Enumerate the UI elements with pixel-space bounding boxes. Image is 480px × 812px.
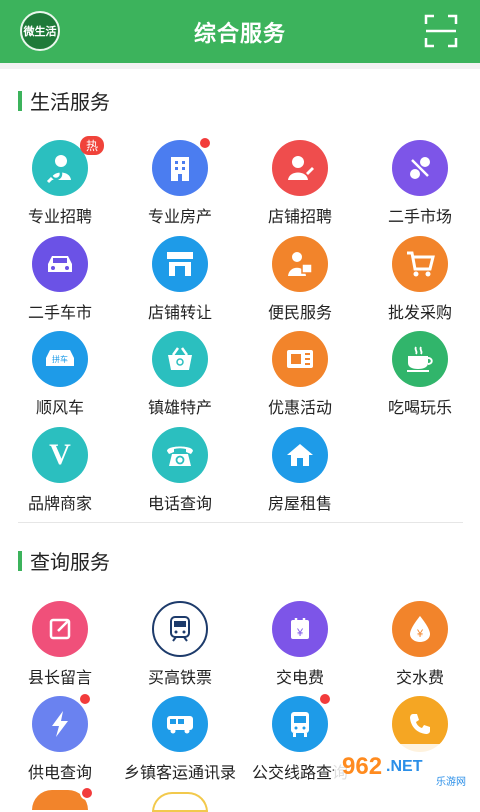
yen-symbol: ¥: [416, 628, 424, 640]
service-local-specialty[interactable]: 镇雄特产: [120, 331, 240, 418]
header-separator: [0, 63, 480, 69]
exchange-icon: [392, 140, 448, 196]
service-power-query[interactable]: 供电查询: [0, 692, 120, 783]
delivery-person-icon: [272, 236, 328, 292]
service-train-tickets[interactable]: 买高铁票: [120, 601, 240, 688]
section-title-life: 生活服务: [18, 86, 110, 115]
notification-dot: [318, 692, 332, 706]
service-label: 买高铁票: [147, 670, 212, 687]
section-bar: [18, 550, 22, 571]
hot-badge: 热: [79, 136, 104, 155]
service-label: 吃喝玩乐: [387, 400, 452, 417]
coffee-cup-icon: [392, 331, 448, 387]
cart-icon: [392, 236, 448, 292]
watermark-brand: 962: [342, 753, 383, 780]
service-label: 镇雄特产: [147, 400, 212, 417]
notification-dot: [198, 136, 212, 150]
v-brand-icon: V: [32, 427, 88, 483]
service-label: 顺风车: [35, 400, 84, 417]
service-brand-merchants[interactable]: V 品牌商家: [0, 427, 120, 514]
bill-calendar-icon: ¥: [272, 601, 328, 657]
service-label: 县长留言: [27, 670, 92, 687]
house-icon: [272, 427, 328, 483]
section-bar: [18, 90, 22, 111]
service-food-fun[interactable]: 吃喝玩乐: [360, 331, 480, 418]
storefront-icon: [152, 236, 208, 292]
next-row-icon-partial: [152, 792, 208, 812]
service-real-estate[interactable]: 专业房产: [120, 136, 240, 227]
building-icon: [152, 136, 212, 196]
note-edit-icon: [32, 601, 88, 657]
v-brand-text: V: [49, 438, 71, 471]
watermark: 962 .NET 乐游网: [334, 744, 474, 790]
person-edit-icon: [272, 140, 328, 196]
service-electricity-bill[interactable]: ¥ 交电费: [240, 601, 360, 688]
service-promotions[interactable]: 优惠活动: [240, 331, 360, 418]
service-county-message[interactable]: 县长留言: [0, 601, 120, 688]
service-water-bill[interactable]: ¥ 交水费: [360, 601, 480, 688]
yen-symbol: ¥: [296, 627, 304, 639]
bus-front-icon: [272, 692, 332, 752]
train-icon: [152, 601, 208, 657]
service-label: 房屋租售: [267, 496, 332, 513]
service-carpool[interactable]: 拼车 顺风车: [0, 331, 120, 418]
telephone-icon: [152, 427, 208, 483]
service-label: 便民服务: [267, 305, 332, 322]
page-title: 综合服务: [193, 20, 286, 46]
service-label: 品牌商家: [27, 496, 92, 513]
coupon-icon: [272, 331, 328, 387]
scan-icon[interactable]: [424, 14, 458, 48]
service-wholesale[interactable]: 批发采购: [360, 236, 480, 323]
car-icon: [32, 236, 88, 292]
watermark-sub: 乐游网: [436, 777, 466, 788]
service-label: 乡镇客运通讯录: [123, 765, 236, 782]
service-shop-recruit[interactable]: 店铺招聘: [240, 140, 360, 227]
lightning-icon: [32, 692, 92, 752]
watermark-net: .NET: [386, 758, 423, 775]
service-phone-lookup[interactable]: 电话查询: [120, 427, 240, 514]
basket-icon: [152, 331, 208, 387]
section-label: 查询服务: [30, 552, 110, 574]
app-header: 微生活 综合服务: [0, 0, 480, 63]
service-label: 电话查询: [147, 496, 212, 513]
notification-dot: [78, 692, 92, 706]
service-label: 二手车市: [27, 305, 92, 322]
carpool-icon: 拼车: [32, 331, 88, 387]
service-label: 店铺招聘: [267, 209, 332, 226]
service-recruit-pro[interactable]: 热 专业招聘: [0, 136, 120, 227]
service-label: 优惠活动: [267, 400, 332, 417]
service-label: 专业招聘: [27, 209, 92, 226]
service-convenience[interactable]: 便民服务: [240, 236, 360, 323]
logo-text: 微生活: [23, 26, 57, 38]
service-housing-rent[interactable]: 房屋租售: [240, 427, 360, 514]
service-label: 店铺转让: [147, 305, 212, 322]
person-search-icon: 热: [32, 136, 104, 196]
notification-dot: [80, 786, 94, 800]
service-town-bus-directory[interactable]: 乡镇客运通讯录: [120, 696, 240, 783]
bus-icon: [152, 696, 208, 752]
service-shop-transfer[interactable]: 店铺转让: [120, 236, 240, 323]
service-used-cars[interactable]: 二手车市: [0, 236, 120, 323]
service-label: 供电查询: [27, 765, 92, 782]
carpool-icon-text: 拼车: [52, 354, 68, 364]
section-label: 生活服务: [30, 92, 110, 114]
service-label: 批发采购: [387, 305, 452, 322]
service-second-hand[interactable]: 二手市场: [360, 140, 480, 227]
service-label: 专业房产: [147, 209, 212, 226]
service-label: 交水费: [395, 670, 444, 687]
section-title-query: 查询服务: [18, 546, 110, 575]
service-label: 交电费: [275, 670, 324, 687]
service-label: 二手市场: [387, 209, 452, 226]
section-divider: [18, 522, 463, 523]
app-logo[interactable]: 微生活: [20, 11, 60, 51]
water-drop-icon: ¥: [392, 601, 448, 657]
